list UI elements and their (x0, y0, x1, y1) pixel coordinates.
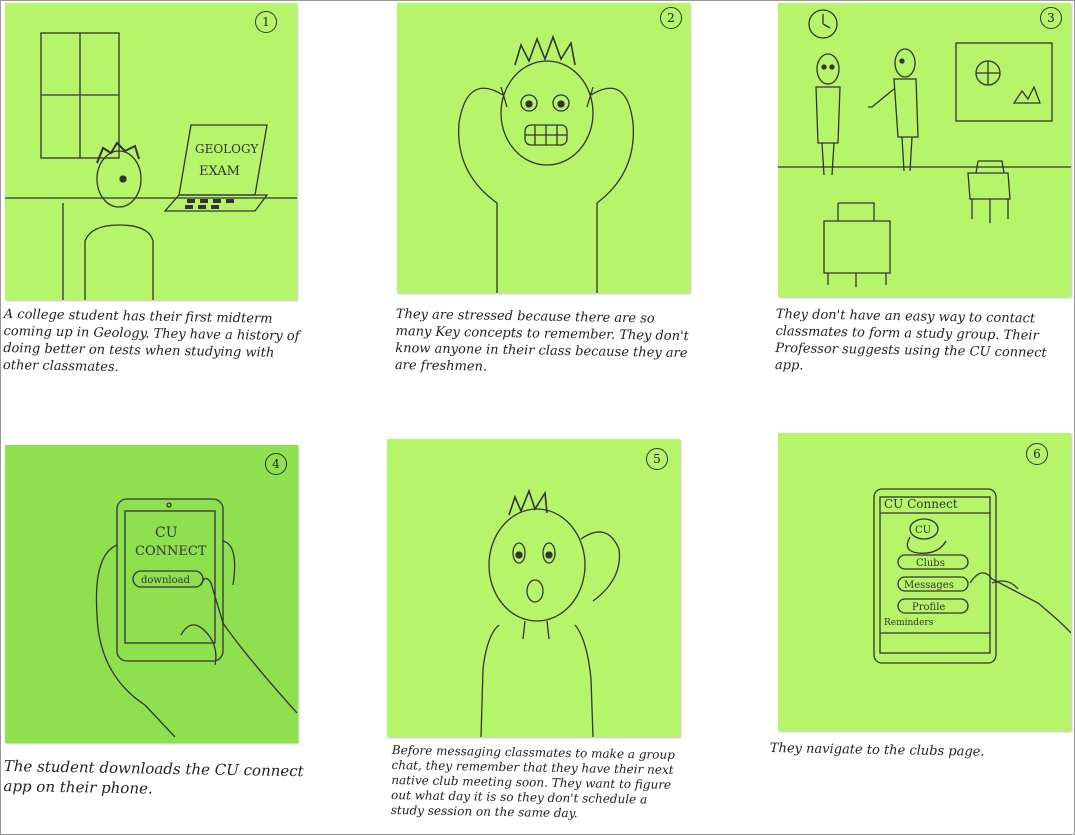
svg-text:CU: CU (155, 525, 178, 541)
svg-text:Reminders: Reminders (884, 618, 934, 628)
svg-text:Clubs: Clubs (916, 558, 945, 569)
sticky-note-2: 2 (397, 3, 690, 293)
svg-text:CU Connect: CU Connect (884, 497, 958, 511)
sketch-app-clubs-menu: CU Connect CU Clubs Messages Profile Rem… (873, 488, 1071, 664)
sticky-note-4: CU CONNECT download 4 (5, 445, 298, 743)
caption-2: They are stressed because there are so m… (394, 306, 689, 375)
svg-text:GEOLOGY: GEOLOGY (195, 142, 259, 156)
panel-number-4: 4 (265, 453, 287, 475)
sticky-note-6: CU Connect CU Clubs Messages Profile Rem… (778, 433, 1071, 731)
svg-text:EXAM: EXAM (199, 164, 240, 179)
svg-text:CU: CU (915, 525, 931, 536)
caption-6: They navigate to the clubs page. (769, 740, 985, 760)
caption-5: Before messaging classmates to make a gr… (390, 743, 675, 821)
caption-4: The student downloads the CU connect app… (3, 756, 304, 798)
sketch-professor-classroom (778, 9, 1071, 287)
sketch-stressed-student (458, 34, 635, 293)
panel-number-3: 3 (1040, 7, 1062, 29)
panel-number-6: 6 (1026, 443, 1048, 465)
sketch-worried-student (480, 488, 621, 737)
caption-1: A college student has their first midter… (2, 306, 300, 376)
sticky-note-1: GEOLOGY EXAM 1 (5, 3, 297, 300)
sketch-phone-download: CU CONNECT download (95, 498, 298, 738)
sticky-note-5: 5 (387, 439, 680, 737)
svg-text:Messages: Messages (904, 580, 954, 591)
sticky-note-3: 3 (778, 3, 1071, 297)
panel-number-5: 5 (646, 448, 668, 470)
svg-text:Profile: Profile (912, 602, 945, 613)
svg-text:download: download (141, 575, 191, 586)
sketch-student-at-laptop: GEOLOGY EXAM (5, 32, 297, 300)
panel-number-1: 1 (255, 11, 277, 33)
panel-number-2: 2 (660, 7, 682, 29)
svg-text:CONNECT: CONNECT (135, 544, 207, 559)
caption-3: They don't have an easy way to contact c… (774, 306, 1047, 374)
